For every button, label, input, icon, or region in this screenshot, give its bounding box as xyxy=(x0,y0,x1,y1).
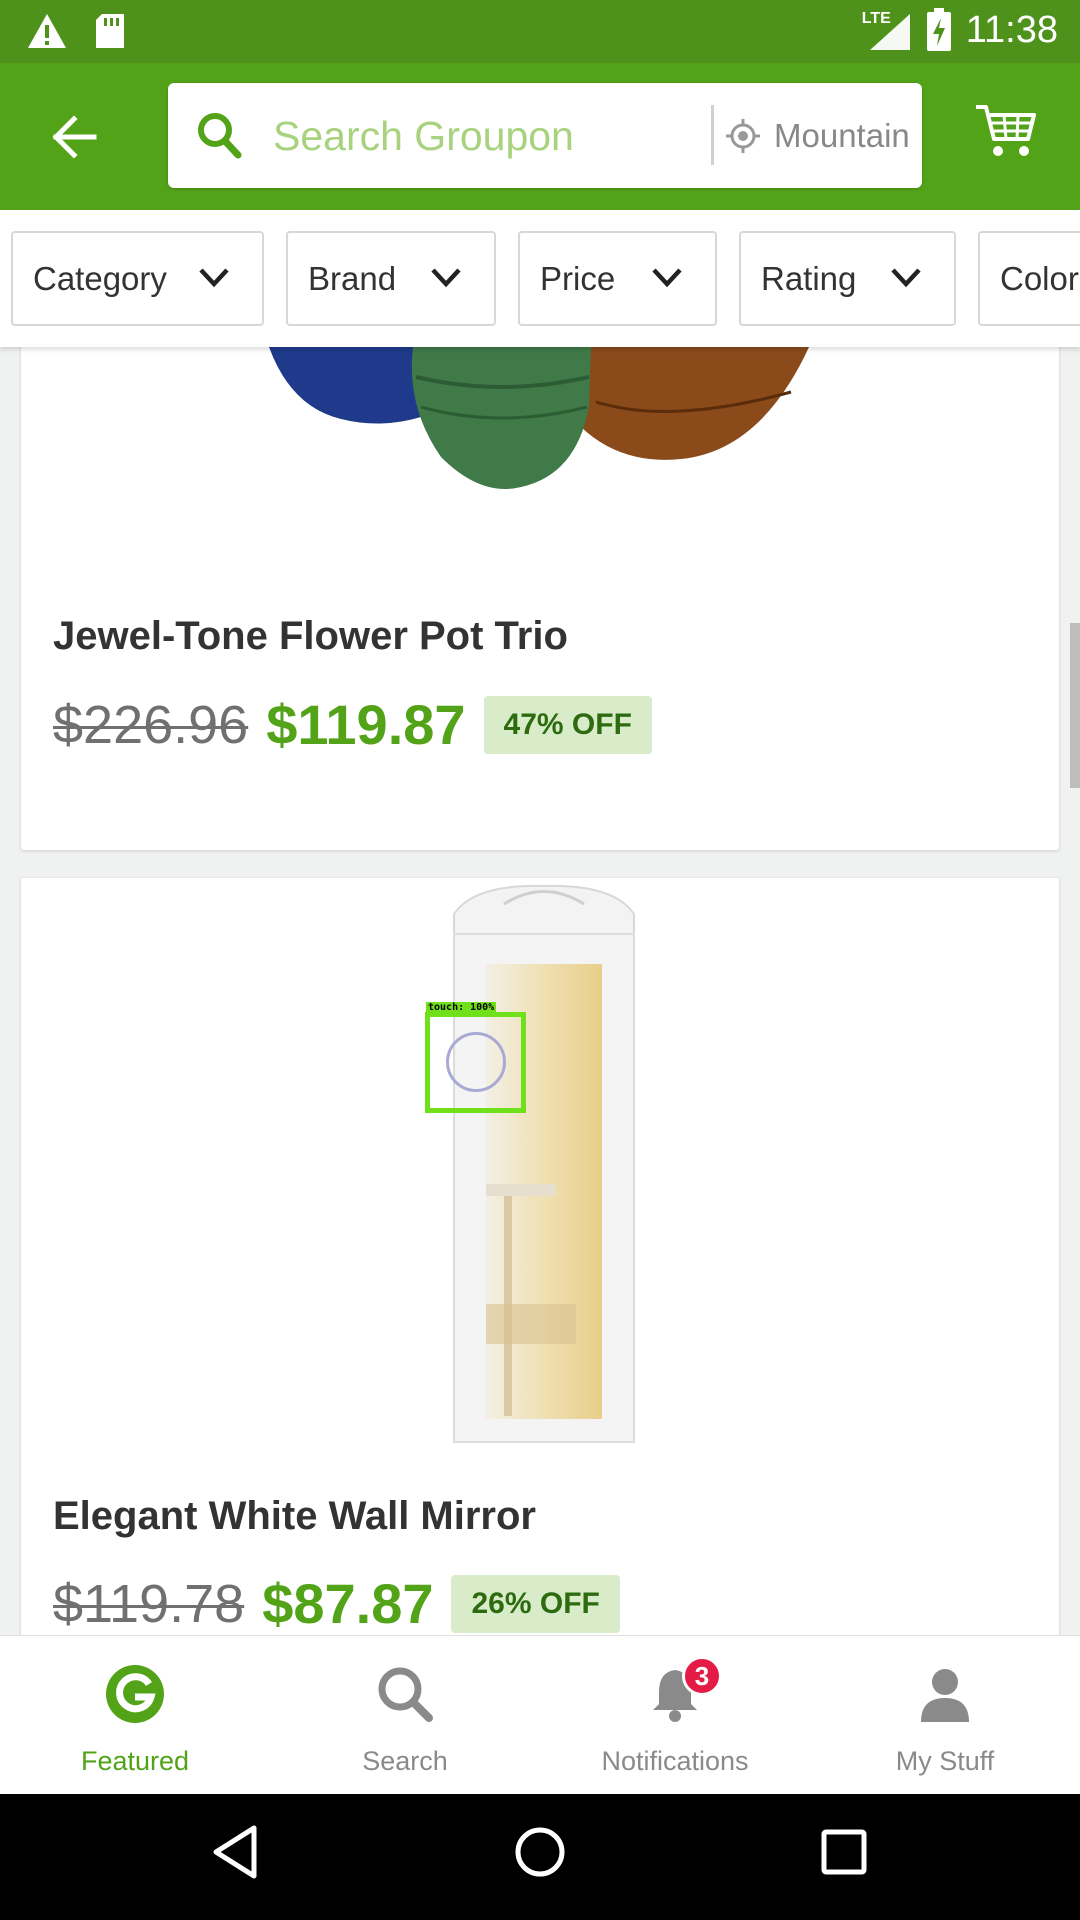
notification-count-badge: 3 xyxy=(682,1656,722,1696)
chevron-down-icon xyxy=(431,268,461,288)
product-card[interactable]: Jewel-Tone Flower Pot Trio $226.96 $119.… xyxy=(21,347,1059,850)
filter-category[interactable]: Category xyxy=(11,231,264,326)
signal-icon xyxy=(869,14,910,50)
home-circle-icon[interactable] xyxy=(514,1824,566,1880)
filter-label: Price xyxy=(540,259,616,297)
original-price: $226.96 xyxy=(53,694,249,755)
warning-icon xyxy=(28,14,66,48)
app-bar: Search Groupon Mountain View xyxy=(0,63,1080,210)
original-price: $119.78 xyxy=(53,1573,245,1634)
filter-rating[interactable]: Rating xyxy=(739,231,956,326)
filter-label: Brand xyxy=(308,259,397,297)
product-title: Elegant White Wall Mirror xyxy=(53,1494,536,1538)
product-title: Jewel-Tone Flower Pot Trio xyxy=(53,614,568,658)
arrow-left-icon xyxy=(52,115,97,159)
filter-brand[interactable]: Brand xyxy=(286,231,496,326)
discount-badge: 26% OFF xyxy=(451,1574,620,1633)
back-triangle-icon[interactable] xyxy=(212,1824,258,1880)
location-target-icon xyxy=(726,119,760,153)
nav-label: Featured xyxy=(80,1746,190,1776)
nav-notifications[interactable]: Notifications xyxy=(540,1636,810,1795)
cart-button[interactable] xyxy=(974,103,1038,164)
nav-search[interactable]: Search xyxy=(270,1636,540,1795)
touch-point xyxy=(446,1032,506,1092)
scrollbar[interactable] xyxy=(1070,623,1080,788)
groupon-g-icon xyxy=(106,1665,164,1723)
person-icon xyxy=(921,1669,969,1722)
filter-price[interactable]: Price xyxy=(518,231,717,326)
chevron-down-icon xyxy=(891,268,921,288)
search-input[interactable]: Search Groupon xyxy=(273,113,574,160)
sale-price: $87.87 xyxy=(262,1572,434,1635)
search-divider xyxy=(711,105,714,165)
shopping-cart-icon xyxy=(976,105,1036,156)
filter-label: Category xyxy=(33,259,167,297)
recents-square-icon[interactable] xyxy=(820,1824,868,1880)
product-image xyxy=(453,884,635,1443)
product-list[interactable]: Jewel-Tone Flower Pot Trio $226.96 $119.… xyxy=(0,347,1080,1635)
filter-bar: Category Brand Price Rating Color xyxy=(0,210,1080,347)
nav-my-stuff[interactable]: My Stuff xyxy=(810,1636,1080,1795)
system-navigation-bar xyxy=(0,1794,1080,1920)
location-selector[interactable]: Mountain View xyxy=(774,117,912,155)
nav-featured[interactable]: Featured xyxy=(0,1636,270,1795)
price-row: $119.78 $87.87 26% OFF xyxy=(53,1571,620,1635)
filter-color[interactable]: Color xyxy=(978,231,1080,326)
nav-label: Notifications xyxy=(601,1746,749,1776)
product-image xyxy=(269,347,809,489)
battery-charging-icon xyxy=(926,8,951,51)
status-bar: LTE 11:38 xyxy=(0,0,1080,63)
search-icon xyxy=(378,1667,433,1722)
discount-badge: 47% OFF xyxy=(483,695,652,754)
chevron-down-icon xyxy=(199,268,229,288)
sd-card-icon xyxy=(96,14,124,48)
product-card[interactable]: Elegant White Wall Mirror $119.78 $87.87… xyxy=(21,878,1059,1635)
nav-label: My Stuff xyxy=(895,1746,995,1776)
status-time: 11:38 xyxy=(965,8,1058,51)
search-icon xyxy=(198,113,242,159)
price-row: $226.96 $119.87 47% OFF xyxy=(53,692,652,757)
filter-label: Color xyxy=(1000,259,1079,297)
back-button[interactable] xyxy=(42,105,106,169)
bottom-navigation: Featured Search Notifications 3 My Stuff xyxy=(0,1635,1080,1794)
sale-price: $119.87 xyxy=(266,693,466,756)
search-box[interactable]: Search Groupon Mountain View xyxy=(168,83,922,188)
filter-label: Rating xyxy=(761,259,857,297)
chevron-down-icon xyxy=(652,268,682,288)
nav-label: Search xyxy=(362,1746,448,1776)
